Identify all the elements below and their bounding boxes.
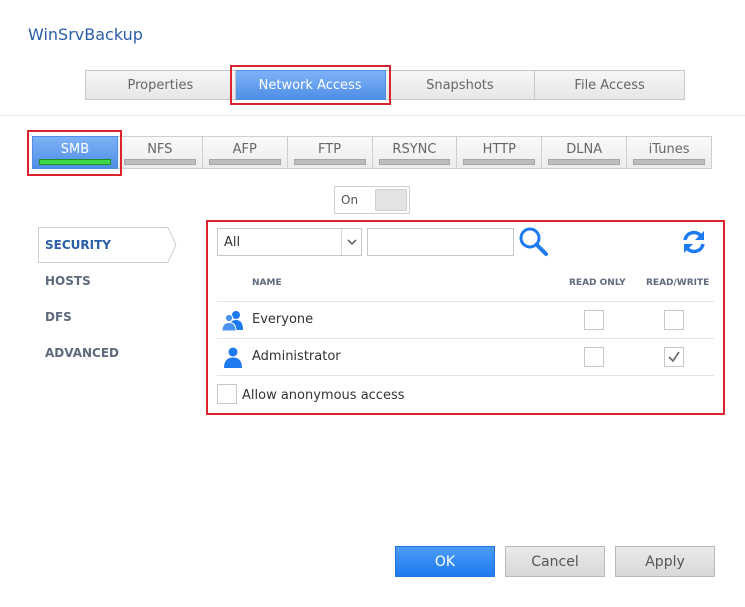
column-header-read-write: READ/WRITE xyxy=(646,278,710,288)
sidebar-item-security[interactable]: SECURITY xyxy=(38,227,178,263)
search-icon[interactable] xyxy=(518,226,550,258)
sidebar-item-label: DFS xyxy=(45,310,72,324)
protocol-tab-itunes[interactable]: iTunes xyxy=(627,136,712,169)
sidebar-item-label: HOSTS xyxy=(45,274,91,288)
protocol-tab-ftp[interactable]: FTP xyxy=(287,136,373,169)
status-bar xyxy=(293,159,366,165)
sidebar-item-advanced[interactable]: ADVANCED xyxy=(38,335,178,371)
read-write-checkbox[interactable] xyxy=(664,310,684,330)
table-row-name: Everyone xyxy=(252,312,314,327)
row-divider xyxy=(217,301,714,302)
sidebar-item-label: SECURITY xyxy=(45,238,111,252)
anonymous-access-checkbox[interactable] xyxy=(217,384,237,404)
row-divider xyxy=(217,338,714,339)
read-only-checkbox[interactable] xyxy=(584,310,604,330)
column-header-name: NAME xyxy=(252,278,282,288)
filter-select[interactable]: All xyxy=(217,228,362,256)
status-bar xyxy=(378,159,451,165)
sidebar-item-label: ADVANCED xyxy=(45,346,120,360)
window-title: WinSrvBackup xyxy=(28,25,143,44)
filter-value: All xyxy=(224,235,241,250)
chevron-down-icon[interactable] xyxy=(341,229,361,255)
divider xyxy=(0,115,745,116)
status-bar xyxy=(463,159,536,165)
tab-properties[interactable]: Properties xyxy=(85,70,236,100)
cancel-button[interactable]: Cancel xyxy=(505,546,605,577)
protocol-tab-dlna[interactable]: DLNA xyxy=(542,136,628,169)
row-divider xyxy=(217,375,714,376)
page: WinSrvBackup Properties Network Access S… xyxy=(0,0,745,607)
protocol-tab-http[interactable]: HTTP xyxy=(457,136,543,169)
sidebar-item-hosts[interactable]: HOSTS xyxy=(38,263,178,299)
highlight-smb xyxy=(27,130,122,176)
column-header-read-only: READ ONLY xyxy=(569,278,626,288)
user-icon xyxy=(221,346,245,368)
protocol-tab-afp[interactable]: AFP xyxy=(202,136,288,169)
sidebar-item-dfs[interactable]: DFS xyxy=(38,299,178,335)
table-row-name: Administrator xyxy=(252,349,341,364)
status-bar xyxy=(633,159,705,165)
highlight-network-access xyxy=(230,65,391,105)
protocol-tab-rsync[interactable]: RSYNC xyxy=(372,136,458,169)
status-bar xyxy=(548,159,621,165)
tab-file-access[interactable]: File Access xyxy=(535,70,685,100)
toggle-knob[interactable] xyxy=(375,189,407,211)
status-bar xyxy=(208,159,281,165)
toggle-label: On xyxy=(341,193,359,207)
checkmark-icon xyxy=(668,351,680,363)
read-only-checkbox[interactable] xyxy=(584,347,604,367)
service-toggle[interactable]: On xyxy=(334,186,410,214)
read-write-checkbox[interactable] xyxy=(664,347,684,367)
sidebar: SECURITY HOSTS DFS ADVANCED xyxy=(38,227,178,371)
apply-button[interactable]: Apply xyxy=(615,546,715,577)
status-bar xyxy=(123,159,196,165)
anonymous-access-label: Allow anonymous access xyxy=(242,388,405,403)
protocol-tab-nfs[interactable]: NFS xyxy=(117,136,203,169)
protocol-tab-bar: SMB NFS AFP FTP RSYNC HTTP DLNA iTunes xyxy=(32,136,712,169)
refresh-icon[interactable] xyxy=(680,228,708,256)
group-icon xyxy=(221,309,245,332)
search-input[interactable] xyxy=(367,228,514,256)
ok-button[interactable]: OK xyxy=(395,546,495,577)
tab-snapshots[interactable]: Snapshots xyxy=(385,70,536,100)
